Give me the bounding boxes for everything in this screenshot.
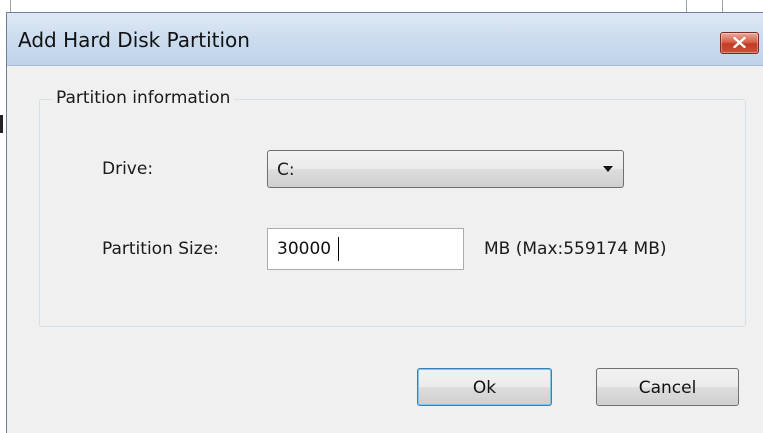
close-x-icon bbox=[733, 37, 746, 48]
partition-information-group: Partition information bbox=[39, 88, 746, 327]
group-legend: Partition information bbox=[52, 88, 235, 108]
background-window-edge bbox=[0, 115, 3, 133]
background-window-border bbox=[686, 0, 687, 12]
partition-size-value: 30000 bbox=[277, 239, 332, 259]
partition-size-input[interactable]: 30000 bbox=[267, 228, 464, 270]
drive-select-value: C: bbox=[277, 160, 295, 180]
drive-select[interactable]: C: bbox=[267, 150, 624, 188]
background-window-border bbox=[10, 0, 11, 12]
dialog-title: Add Hard Disk Partition bbox=[18, 28, 250, 52]
chevron-down-icon bbox=[603, 166, 613, 172]
cancel-button[interactable]: Cancel bbox=[596, 368, 739, 406]
background-window-border bbox=[722, 0, 723, 12]
close-button[interactable] bbox=[720, 32, 759, 54]
background-window bbox=[0, 0, 763, 12]
partition-size-hint: MB (Max:559174 MB) bbox=[484, 239, 667, 259]
dialog-titlebar[interactable]: Add Hard Disk Partition bbox=[7, 13, 763, 66]
drive-label: Drive: bbox=[102, 159, 154, 179]
dialog-content: Partition information Drive: C: Partitio… bbox=[7, 66, 763, 433]
ok-button[interactable]: Ok bbox=[417, 368, 552, 406]
partition-size-label: Partition Size: bbox=[102, 239, 219, 259]
add-partition-dialog: Add Hard Disk Partition Partition inform… bbox=[6, 12, 763, 433]
text-caret bbox=[338, 237, 339, 261]
